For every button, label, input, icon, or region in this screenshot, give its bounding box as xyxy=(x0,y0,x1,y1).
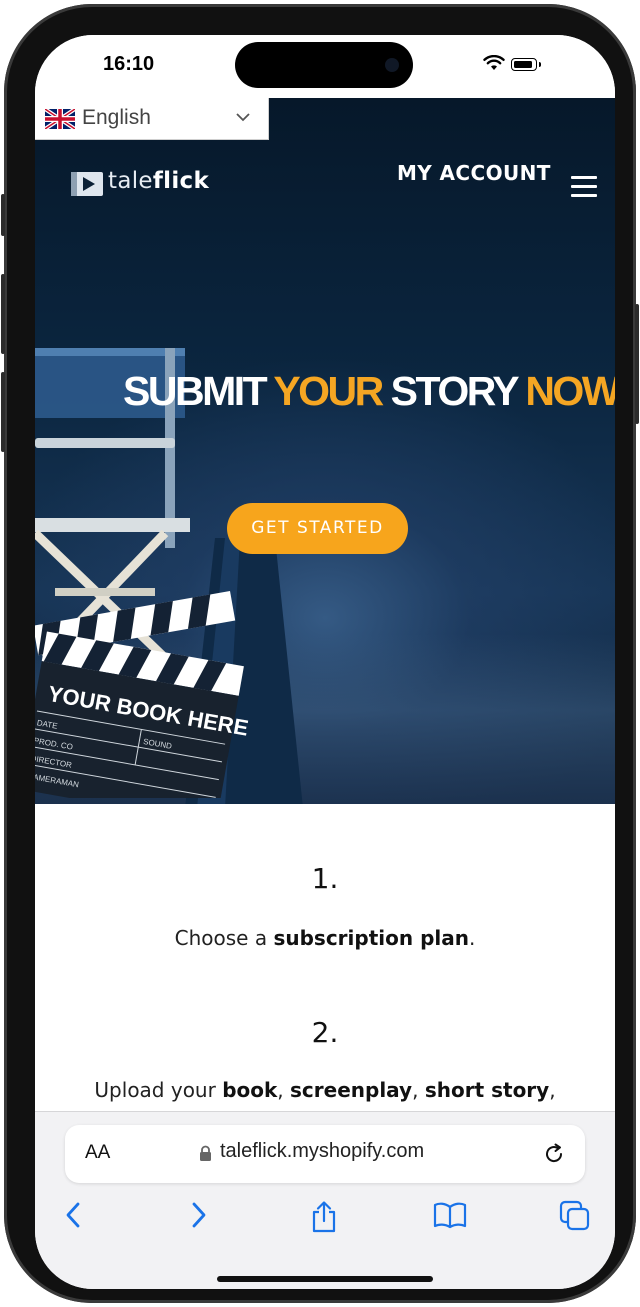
step-pre: Choose a xyxy=(174,926,274,950)
step-pre: Upload your xyxy=(94,1078,223,1102)
logo-suffix: flick xyxy=(152,168,210,194)
step-bold: screenplay xyxy=(290,1078,413,1102)
uk-flag-icon xyxy=(45,109,75,129)
step-sep: , xyxy=(277,1078,291,1102)
headline-now: NOW xyxy=(525,368,615,414)
bookmarks-icon[interactable] xyxy=(433,1200,467,1230)
camera-icon xyxy=(385,58,399,72)
language-label: English xyxy=(82,106,151,129)
headline-story: STORY xyxy=(390,368,526,414)
step-sep: , xyxy=(412,1078,425,1102)
mute-switch xyxy=(1,194,5,236)
step-post: . xyxy=(468,926,476,950)
safari-toolbar: AA taleflick.myshopify.com xyxy=(35,1111,615,1289)
step-bold: book xyxy=(222,1078,278,1102)
logo-prefix: tale xyxy=(108,168,153,194)
language-selector[interactable]: English xyxy=(35,98,269,140)
chevron-down-icon xyxy=(236,113,250,122)
screen: 16:10 YOUR BOOK HERE DATE PROD. CO DIREC… xyxy=(35,35,615,1289)
step-bold: short story xyxy=(424,1078,550,1102)
battery-icon xyxy=(511,58,541,71)
url-text: taleflick.myshopify.com xyxy=(220,1140,425,1162)
back-icon[interactable] xyxy=(63,1200,85,1230)
clapperboard-image: YOUR BOOK HERE DATE PROD. CO DIRECTOR CA… xyxy=(35,590,250,798)
step-number: 2. xyxy=(311,1016,339,1049)
dynamic-island xyxy=(235,42,413,88)
volume-down-button xyxy=(1,372,5,452)
step-text: Choose a subscription plan. xyxy=(35,926,615,950)
headline-submit: SUBMIT xyxy=(123,368,274,414)
hero-banner: YOUR BOOK HERE DATE PROD. CO DIRECTOR CA… xyxy=(35,98,615,804)
my-account-link[interactable]: MY ACCOUNT xyxy=(397,161,551,185)
hamburger-icon[interactable] xyxy=(571,176,597,198)
phone-frame: 16:10 YOUR BOOK HERE DATE PROD. CO DIREC… xyxy=(1,4,639,1303)
headline-your: YOUR xyxy=(273,368,391,414)
hero-headline: SUBMIT YOUR STORY NOW xyxy=(123,368,615,415)
step-post: , xyxy=(549,1078,556,1102)
logo-wordmark: taleflick xyxy=(108,168,209,194)
status-bar: 16:10 xyxy=(35,35,615,98)
home-indicator[interactable] xyxy=(217,1276,433,1282)
reload-icon[interactable] xyxy=(543,1143,565,1165)
step-bold: subscription plan xyxy=(273,926,469,950)
status-time: 16:10 xyxy=(103,53,155,75)
play-icon xyxy=(71,172,103,196)
step-number: 1. xyxy=(311,862,339,895)
forward-icon[interactable] xyxy=(187,1200,209,1230)
step-text: Upload your book, screenplay, short stor… xyxy=(35,1078,615,1102)
wifi-icon xyxy=(483,55,505,70)
address-bar[interactable]: AA taleflick.myshopify.com xyxy=(65,1125,585,1183)
power-button xyxy=(635,304,639,424)
volume-up-button xyxy=(1,274,5,354)
lock-icon xyxy=(200,1145,211,1161)
text-size-button[interactable]: AA xyxy=(85,1142,110,1164)
share-icon[interactable] xyxy=(309,1200,339,1234)
steps-section: 1. Choose a subscription plan. 2. Upload… xyxy=(35,804,615,1114)
tabs-icon[interactable] xyxy=(559,1200,591,1232)
get-started-button[interactable]: GET STARTED xyxy=(227,503,408,554)
